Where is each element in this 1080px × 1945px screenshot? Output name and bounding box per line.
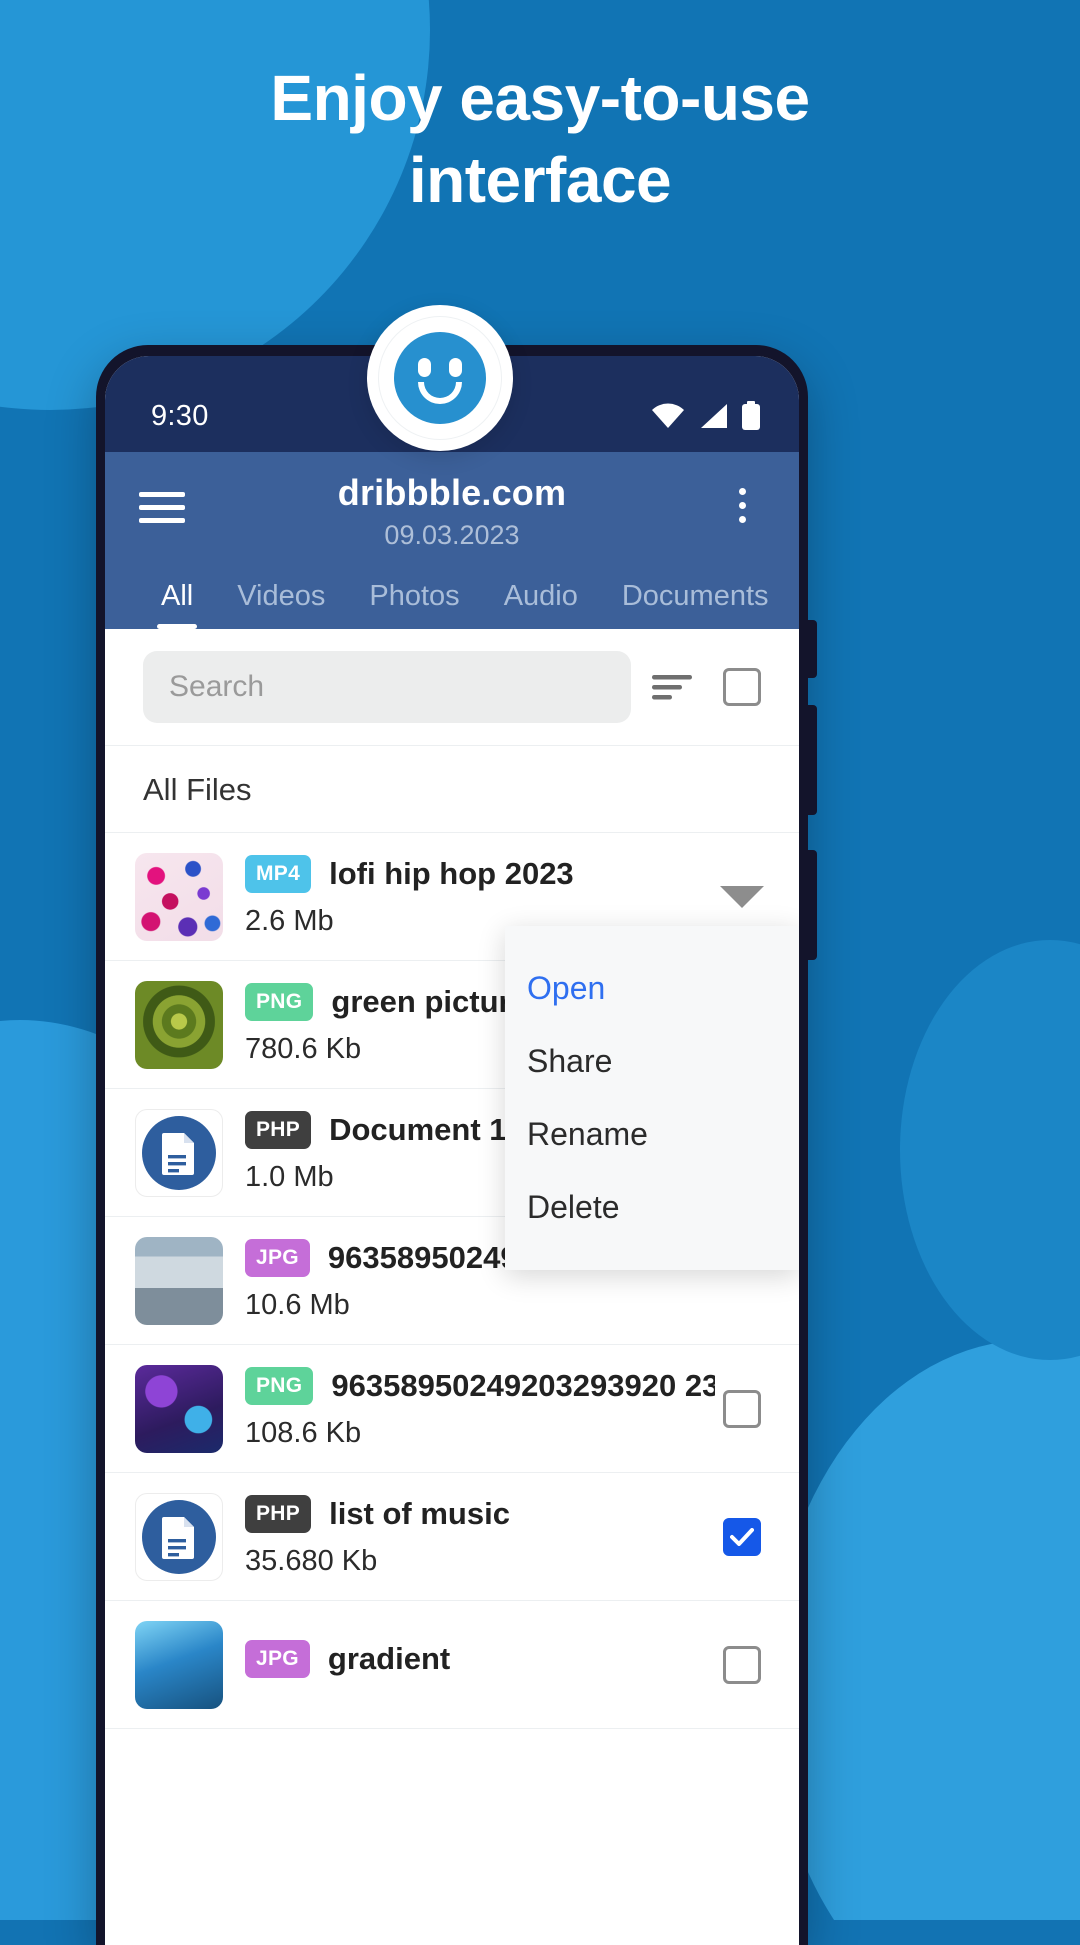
status-icon-group xyxy=(651,401,761,431)
smiley-face-icon xyxy=(394,332,486,424)
context-menu-item-delete[interactable]: Delete xyxy=(505,1171,799,1244)
file-name: 963589502492 xyxy=(327,1240,535,1275)
file-type-badge: JPG xyxy=(245,1239,310,1277)
select-all-checkbox[interactable] xyxy=(713,668,771,706)
file-name: gradient xyxy=(327,1640,451,1676)
file-type-badge: MP4 xyxy=(245,855,312,893)
tab-audio[interactable]: Audio xyxy=(504,580,578,629)
file-name: 96358950249203293920 23 xyxy=(331,1368,715,1403)
context-menu: Open Share Rename Delete xyxy=(505,926,799,1270)
file-info: PNG 96358950249203293920 23 108.6 Kb xyxy=(223,1367,715,1450)
file-name: lofi hip hop 2023 xyxy=(329,856,574,891)
app-bar: dribbble.com 09.03.2023 All Videos Photo… xyxy=(105,452,799,629)
tab-documents[interactable]: Documents xyxy=(622,580,769,629)
file-type-badge: JPG xyxy=(245,1639,310,1678)
phone-button-top xyxy=(807,620,817,678)
file-size: 35.680 Kb xyxy=(245,1545,378,1577)
promo-headline: Enjoy easy-to-use interface xyxy=(0,58,1080,222)
battery-icon xyxy=(741,401,761,431)
file-thumbnail xyxy=(135,1364,223,1453)
file-name: list of music xyxy=(329,1496,510,1531)
headline-line-1: Enjoy easy-to-use xyxy=(270,62,810,134)
file-info: PHP list of music 35.680 Kb xyxy=(223,1495,715,1578)
file-size: 108.6 Kb xyxy=(245,1417,362,1449)
phone-button-mid xyxy=(807,705,817,815)
file-size: 10.6 Mb xyxy=(245,1289,350,1321)
phone-screen: 9:30 dribbble.com 09.03.2023 All Videos … xyxy=(105,356,799,1945)
file-thumbnail xyxy=(135,852,223,941)
bg-blob-bottom-right xyxy=(770,1340,1080,1920)
search-input[interactable]: Search xyxy=(143,651,631,723)
tab-photos[interactable]: Photos xyxy=(369,580,459,629)
checkmark-icon xyxy=(723,1517,761,1556)
row-expand-caret[interactable] xyxy=(715,885,769,908)
bg-blob-mid-right xyxy=(900,940,1080,1360)
page-date: 09.03.2023 xyxy=(384,520,520,550)
section-title: All Files xyxy=(105,746,799,833)
signal-icon xyxy=(698,403,728,429)
file-title-row: PHP list of music xyxy=(245,1495,715,1533)
table-row[interactable]: JPG gradient xyxy=(105,1601,799,1729)
sort-filter-icon[interactable] xyxy=(643,672,701,702)
row-checkbox[interactable] xyxy=(715,1517,769,1556)
phone-mockup: 9:30 dribbble.com 09.03.2023 All Videos … xyxy=(96,345,817,1945)
file-info: JPG gradient xyxy=(223,1639,715,1690)
row-checkbox[interactable] xyxy=(715,1389,769,1428)
file-name: green picture xyxy=(331,984,528,1019)
file-type-badge: PHP xyxy=(245,1111,312,1149)
app-bar-top-row: dribbble.com 09.03.2023 xyxy=(139,470,765,566)
phone-button-low xyxy=(807,850,817,960)
page-title: dribbble.com xyxy=(337,472,567,513)
app-icon-badge xyxy=(367,305,513,451)
kebab-menu-icon[interactable] xyxy=(719,488,765,523)
file-thumbnail xyxy=(135,980,223,1069)
file-title-row: JPG gradient xyxy=(245,1639,715,1678)
table-row[interactable]: PNG 96358950249203293920 23 108.6 Kb xyxy=(105,1345,799,1473)
app-bar-titles: dribbble.com 09.03.2023 xyxy=(185,470,719,551)
tab-videos[interactable]: Videos xyxy=(237,580,325,629)
file-type-badge: PHP xyxy=(245,1495,312,1533)
headline-line-2: interface xyxy=(408,143,672,216)
context-menu-item-share[interactable]: Share xyxy=(505,1025,799,1098)
hamburger-menu-icon[interactable] xyxy=(139,492,185,523)
row-checkbox[interactable] xyxy=(715,1645,769,1684)
file-thumbnail xyxy=(135,1108,223,1197)
file-thumbnail xyxy=(135,1620,223,1709)
file-name: Document 1 xyxy=(329,1112,507,1147)
file-type-badge: PNG xyxy=(245,983,314,1021)
file-title-row: MP4 lofi hip hop 2023 xyxy=(245,855,715,893)
file-thumbnail xyxy=(135,1492,223,1581)
tab-all[interactable]: All xyxy=(156,580,198,629)
file-title-row: PNG 96358950249203293920 23 xyxy=(245,1367,715,1405)
wifi-icon xyxy=(651,403,685,429)
file-type-badge: PNG xyxy=(245,1367,314,1405)
app-icon-ring xyxy=(378,316,502,440)
context-menu-item-rename[interactable]: Rename xyxy=(505,1098,799,1171)
context-menu-item-open[interactable]: Open xyxy=(505,952,799,1025)
document-icon xyxy=(142,1499,216,1574)
search-row: Search xyxy=(105,629,799,746)
table-row[interactable]: PHP list of music 35.680 Kb xyxy=(105,1473,799,1601)
file-thumbnail xyxy=(135,1236,223,1325)
document-icon xyxy=(142,1115,216,1190)
status-clock: 9:30 xyxy=(151,399,209,432)
tab-bar: All Videos Photos Audio Documents xyxy=(139,566,769,629)
